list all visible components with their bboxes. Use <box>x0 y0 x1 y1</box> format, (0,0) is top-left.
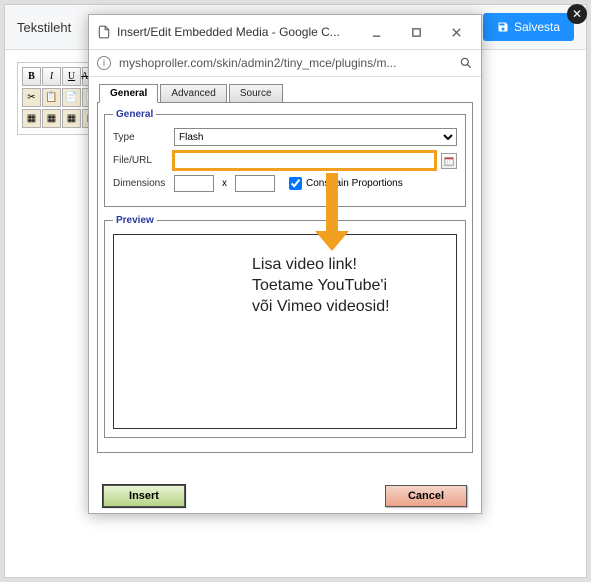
constrain-checkbox[interactable] <box>289 177 302 190</box>
toolbar-button[interactable]: ✂ <box>22 88 41 107</box>
calendar-icon <box>444 156 454 166</box>
dimensions-label: Dimensions <box>113 178 168 189</box>
tab-general[interactable]: General <box>99 84 158 103</box>
italic-button[interactable]: I <box>42 67 61 86</box>
close-badge[interactable]: ✕ <box>567 4 587 24</box>
underline-button[interactable]: U <box>62 67 81 86</box>
preview-legend: Preview <box>113 215 157 226</box>
toolbar-button[interactable]: ▦ <box>62 109 81 128</box>
toolbar-button[interactable]: 📋 <box>42 88 61 107</box>
tab-content: General Type Flash File/URL Dimensions <box>97 102 473 453</box>
constrain-wrapper[interactable]: Constrain Proportions <box>289 177 403 190</box>
bold-button[interactable]: B <box>22 67 41 86</box>
save-icon <box>497 21 509 33</box>
url-label: File/URL <box>113 155 168 166</box>
width-input[interactable] <box>174 175 214 192</box>
minimize-button[interactable] <box>359 21 393 43</box>
toolbar-button[interactable]: ▦ <box>22 109 41 128</box>
insert-button[interactable]: Insert <box>103 485 185 507</box>
cancel-button[interactable]: Cancel <box>385 485 467 507</box>
toolbar-button[interactable]: ▦ <box>42 109 61 128</box>
dim-x: x <box>220 178 229 189</box>
maximize-button[interactable] <box>399 21 433 43</box>
browse-button[interactable] <box>441 153 457 169</box>
constrain-label: Constrain Proportions <box>306 178 403 189</box>
info-icon[interactable]: i <box>97 56 111 70</box>
general-fieldset: General Type Flash File/URL Dimensions <box>104 109 466 207</box>
type-label: Type <box>113 132 168 143</box>
save-button[interactable]: Salvesta <box>483 13 574 41</box>
tab-source[interactable]: Source <box>229 84 283 102</box>
preview-fieldset: Preview <box>104 215 466 438</box>
tab-strip: General Advanced Source <box>99 83 473 102</box>
height-input[interactable] <box>235 175 275 192</box>
dialog-titlebar: Insert/Edit Embedded Media - Google C... <box>89 15 481 50</box>
close-button[interactable] <box>439 21 473 43</box>
search-icon[interactable] <box>459 56 473 70</box>
address-bar: i myshoproller.com/skin/admin2/tiny_mce/… <box>89 50 481 77</box>
save-label: Salvesta <box>514 20 560 34</box>
dialog-title: Insert/Edit Embedded Media - Google C... <box>117 25 353 39</box>
url-text: myshoproller.com/skin/admin2/tiny_mce/pl… <box>119 56 451 70</box>
dialog-footer: Insert Cancel <box>97 479 473 513</box>
dialog-body: General Advanced Source General Type Fla… <box>89 77 481 521</box>
media-dialog: Insert/Edit Embedded Media - Google C...… <box>88 14 482 514</box>
general-legend: General <box>113 109 156 120</box>
document-icon <box>97 25 111 39</box>
toolbar-button[interactable]: 📄 <box>62 88 81 107</box>
page-title: Tekstileht <box>17 20 71 35</box>
preview-box <box>113 234 457 429</box>
tab-advanced[interactable]: Advanced <box>160 84 226 102</box>
type-select[interactable]: Flash <box>174 128 457 146</box>
url-input[interactable] <box>174 152 435 169</box>
